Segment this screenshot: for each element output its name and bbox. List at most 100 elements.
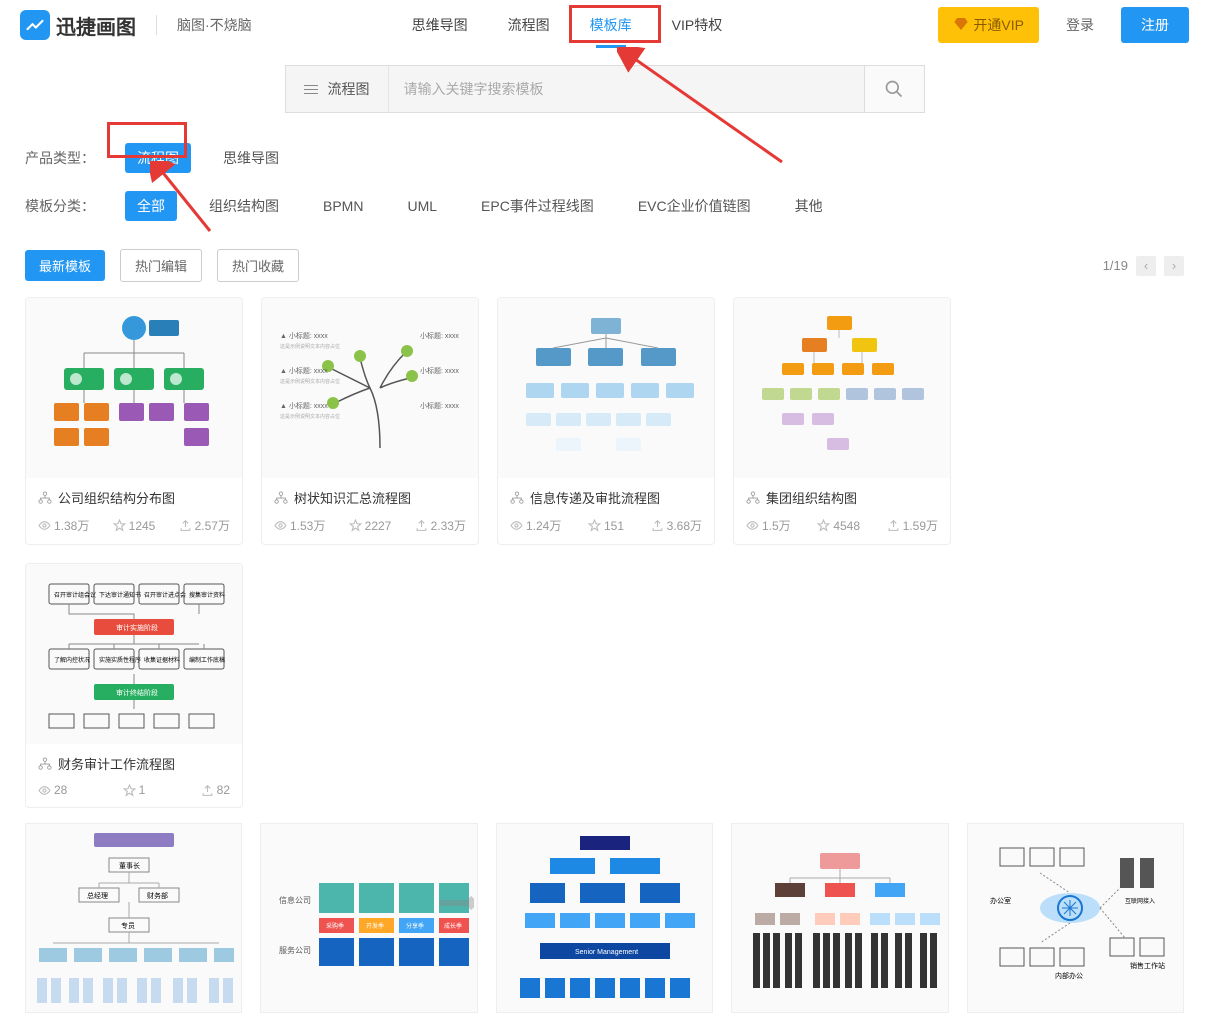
filter-org[interactable]: 组织结构图 — [197, 191, 291, 221]
views-stat: 1.38万 — [38, 517, 89, 534]
filter-other[interactable]: 其他 — [783, 191, 835, 221]
svg-text:信息公司: 信息公司 — [279, 895, 311, 905]
divider — [156, 15, 157, 35]
template-card[interactable]: ▲ 小标题: xxxx 这是示例说明文本内容占位 ▲ 小标题: xxxx 这是示例说… — [261, 297, 479, 545]
register-button[interactable]: 注册 — [1121, 7, 1189, 43]
svg-text:召开审计组会议: 召开审计组会议 — [54, 591, 96, 599]
svg-text:召开审计进点会: 召开审计进点会 — [144, 591, 186, 599]
search-category-dropdown[interactable]: 流程图 — [286, 66, 389, 112]
svg-text:这是示例说明文本内容占位: 这是示例说明文本内容占位 — [280, 413, 340, 420]
next-page[interactable]: › — [1164, 256, 1184, 276]
svg-text:审计实施阶段: 审计实施阶段 — [116, 623, 158, 632]
template-grid: 公司组织结构分布图 1.38万 1245 2.57万 ▲ 小标题: xxxx 这是… — [0, 297, 1209, 823]
template-category-row: 模板分类： 全部 组织结构图 BPMN UML EPC事件过程线图 EVC企业价… — [25, 191, 1184, 221]
filter-mindmap[interactable]: 思维导图 — [211, 143, 291, 173]
template-card[interactable]: 董事长 总经理 财务部 专员 — [25, 823, 242, 1013]
svg-text:实施实质性程序: 实施实质性程序 — [99, 656, 141, 664]
template-title: 树状知识汇总流程图 — [294, 488, 411, 507]
filter-epc[interactable]: EPC事件过程线图 — [469, 191, 606, 221]
flowchart-icon — [746, 491, 760, 505]
svg-text:财务部: 财务部 — [147, 891, 168, 900]
template-card[interactable]: 信息公司 服务公司 采购季开发季分享季成长季 — [260, 823, 477, 1013]
filter-evc[interactable]: EVC企业价值链图 — [626, 191, 763, 221]
sort-hot-edit[interactable]: 热门编辑 — [120, 249, 202, 282]
template-title: 信息传递及审批流程图 — [530, 488, 660, 507]
header: 迅捷画图 脑图·不烧脑 思维导图 流程图 模板库 VIP特权 开通VIP 登录 … — [0, 0, 1209, 50]
flowchart-icon — [38, 491, 52, 505]
svg-text:董事长: 董事长 — [119, 861, 140, 870]
svg-text:▲ 小标题: xxxx: ▲ 小标题: xxxx — [280, 366, 328, 375]
vip-label: 开通VIP — [973, 15, 1024, 35]
filter-all[interactable]: 全部 — [125, 191, 177, 221]
logo-icon — [20, 10, 50, 40]
stars-stat: 1245 — [113, 517, 156, 534]
nav-templates[interactable]: 模板库 — [590, 10, 632, 40]
nav-flowchart[interactable]: 流程图 — [508, 10, 550, 40]
search-button[interactable] — [865, 65, 925, 113]
svg-text:专员: 专员 — [121, 921, 135, 930]
svg-text:内部办公: 内部办公 — [1055, 971, 1083, 980]
svg-text:小标题: xxxx: 小标题: xxxx — [420, 366, 459, 375]
filter-flowchart[interactable]: 流程图 — [125, 143, 191, 173]
product-type-row: 产品类型： 流程图 思维导图 — [25, 143, 1184, 173]
template-card[interactable]: 召开审计组会议 下达审计通知书 召开审计进点会 搜集审计资料 审计实施阶段 了解… — [25, 563, 243, 808]
svg-text:搜集审计资料: 搜集审计资料 — [189, 591, 225, 599]
prev-page[interactable]: ‹ — [1136, 256, 1156, 276]
template-thumbnail — [734, 298, 950, 478]
search-section: 流程图 — [0, 50, 1209, 133]
page-indicator: 1/19 — [1103, 258, 1128, 273]
logo[interactable]: 迅捷画图 — [20, 10, 136, 40]
filter-uml[interactable]: UML — [395, 193, 449, 219]
template-category-label: 模板分类： — [25, 196, 95, 216]
svg-text:销售工作站: 销售工作站 — [1130, 961, 1165, 970]
svg-text:小标题: xxxx: 小标题: xxxx — [420, 401, 459, 410]
menu-icon — [304, 85, 318, 94]
header-actions: 开通VIP 登录 注册 — [938, 7, 1189, 43]
search-input[interactable] — [389, 66, 864, 112]
search-box: 流程图 — [285, 65, 865, 113]
svg-text:下达审计通知书: 下达审计通知书 — [99, 591, 141, 599]
sort-latest[interactable]: 最新模板 — [25, 250, 105, 281]
flowchart-icon — [274, 491, 288, 505]
svg-text:▲ 小标题: xxxx: ▲ 小标题: xxxx — [280, 401, 328, 410]
search-icon — [884, 79, 904, 99]
template-card[interactable]: 集团组织结构图 1.5万 4548 1.59万 — [733, 297, 951, 545]
template-thumbnail — [498, 298, 714, 478]
svg-text:办公室: 办公室 — [990, 896, 1011, 905]
svg-text:这是示例说明文本内容占位: 这是示例说明文本内容占位 — [280, 378, 340, 385]
sort-hot-fav[interactable]: 热门收藏 — [217, 249, 299, 282]
main-nav: 思维导图 流程图 模板库 VIP特权 — [412, 10, 723, 40]
template-title: 财务审计工作流程图 — [58, 754, 175, 773]
nav-vip[interactable]: VIP特权 — [672, 10, 723, 40]
diamond-icon — [953, 16, 969, 35]
svg-text:分享季: 分享季 — [406, 922, 424, 930]
template-grid-row2: 董事长 总经理 财务部 专员 信息公司 服务公司 采购季开发季分享季成长季 — [0, 823, 1209, 1013]
svg-text:▲ 小标题: xxxx: ▲ 小标题: xxxx — [280, 331, 328, 340]
sort-row: 最新模板 热门编辑 热门收藏 1/19 ‹ › — [0, 249, 1209, 297]
template-card[interactable]: Senior Management — [496, 823, 713, 1013]
svg-text:采购季: 采购季 — [326, 922, 344, 930]
template-title: 集团组织结构图 — [766, 488, 857, 507]
svg-text:开发季: 开发季 — [366, 922, 384, 930]
svg-text:Senior Management: Senior Management — [575, 949, 638, 956]
nav-mindmap[interactable]: 思维导图 — [412, 10, 468, 40]
svg-text:收集证据材料: 收集证据材料 — [144, 656, 180, 664]
svg-text:互联网接入: 互联网接入 — [1125, 897, 1155, 905]
template-thumbnail — [26, 298, 242, 478]
login-button[interactable]: 登录 — [1054, 7, 1106, 43]
product-type-label: 产品类型： — [25, 148, 95, 168]
template-card[interactable] — [731, 823, 948, 1013]
filter-bpmn[interactable]: BPMN — [311, 193, 375, 219]
svg-text:审计终结阶段: 审计终结阶段 — [116, 688, 158, 697]
svg-text:了解内控状况: 了解内控状况 — [54, 656, 90, 664]
template-card[interactable]: 公司组织结构分布图 1.38万 1245 2.57万 — [25, 297, 243, 545]
vip-button[interactable]: 开通VIP — [938, 7, 1039, 43]
svg-text:总经理: 总经理 — [87, 891, 108, 900]
flowchart-icon — [38, 757, 52, 771]
template-card[interactable]: 信息传递及审批流程图 1.24万 151 3.68万 — [497, 297, 715, 545]
search-category-label: 流程图 — [328, 79, 370, 99]
svg-text:成长季: 成长季 — [444, 922, 462, 930]
svg-text:这是示例说明文本内容占位: 这是示例说明文本内容占位 — [280, 343, 340, 350]
logo-text: 迅捷画图 — [56, 11, 136, 40]
template-card[interactable]: 办公室 互联网接入 内部办公 销售工作站 — [967, 823, 1184, 1013]
